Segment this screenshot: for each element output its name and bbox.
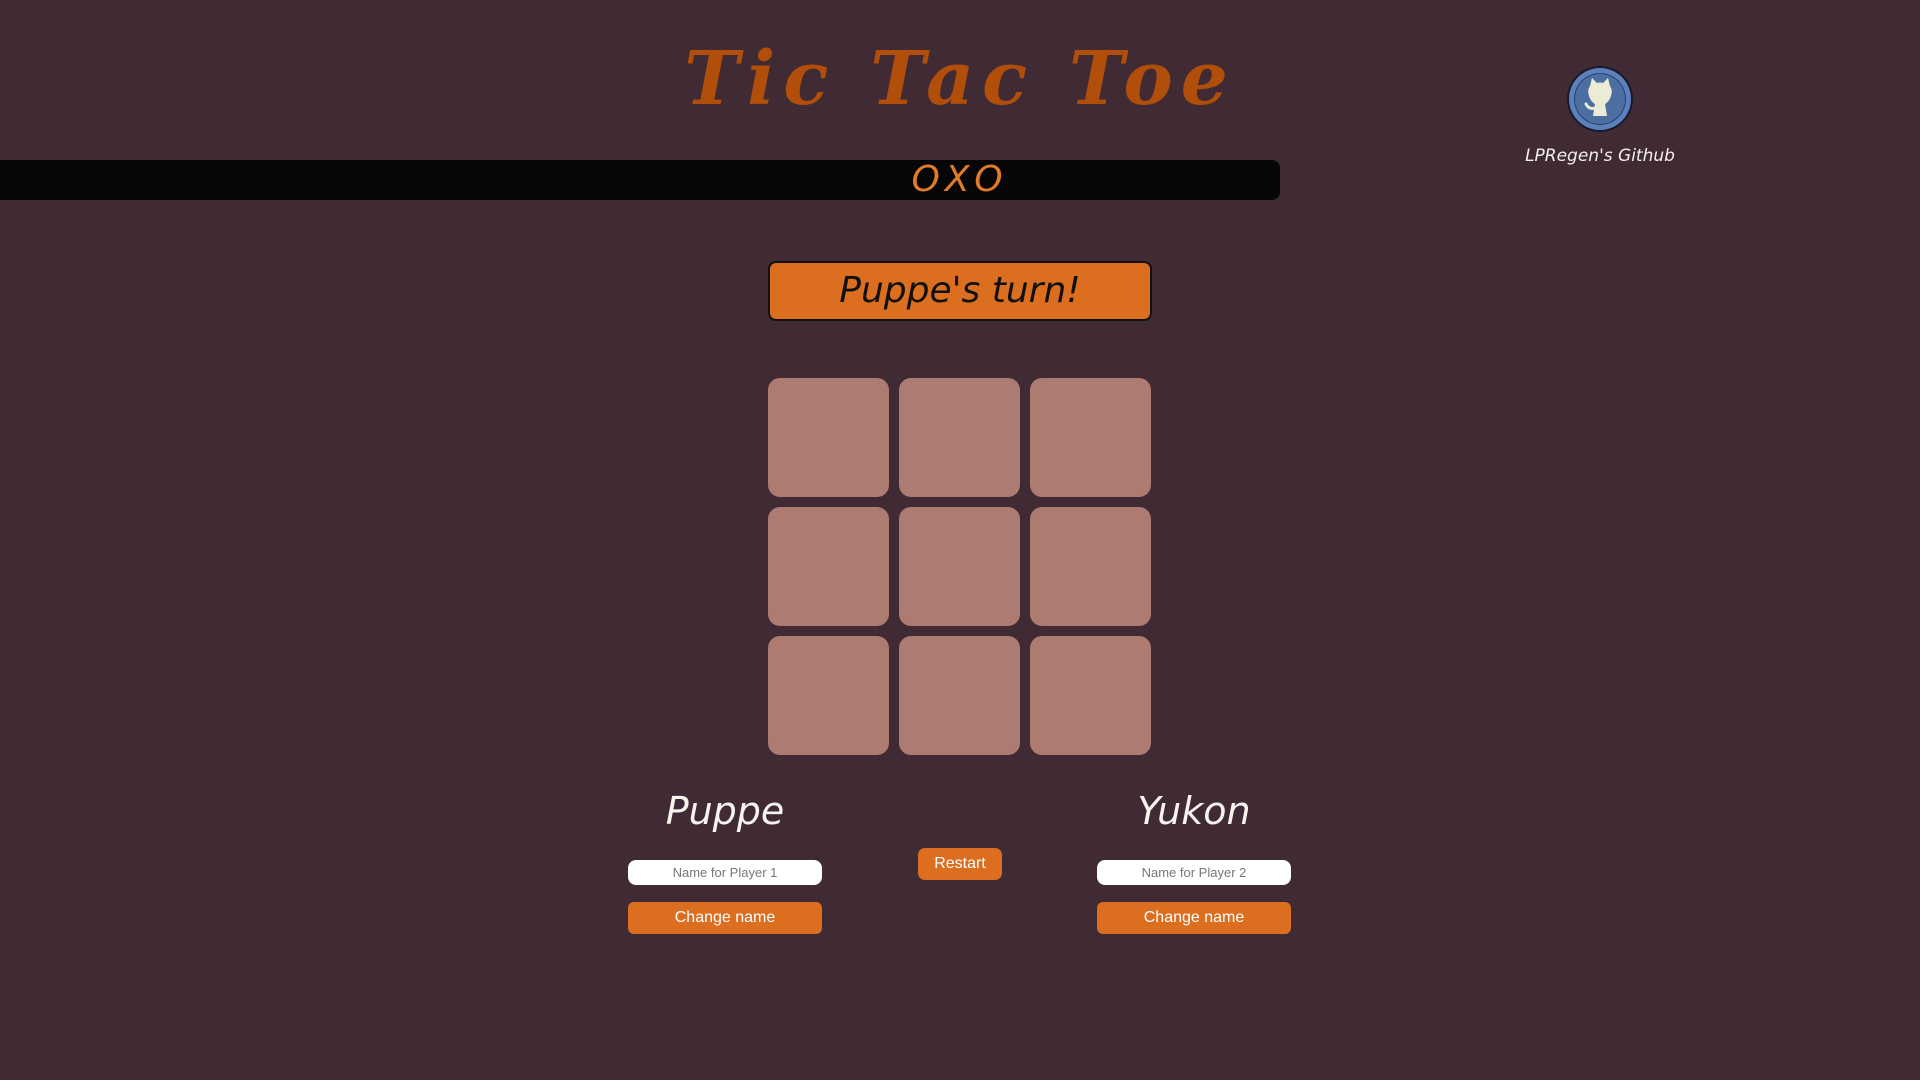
player-1-change-name-button[interactable]: Change name: [628, 902, 822, 934]
player-1-panel: Puppe Change name: [628, 786, 822, 934]
board-cell-8[interactable]: [899, 636, 1020, 755]
restart-button[interactable]: Restart: [918, 848, 1002, 880]
player-2-name-input[interactable]: [1097, 860, 1291, 885]
game-board: [768, 378, 1151, 755]
player-1-name-input[interactable]: [628, 860, 822, 885]
player-1-name: Puppe: [665, 789, 785, 833]
github-octocat-icon: [1567, 66, 1633, 132]
github-link[interactable]: LPRegen's Github: [1520, 64, 1680, 166]
board-cell-7[interactable]: [768, 636, 889, 755]
banner-logo-text: OXO: [911, 159, 1009, 200]
turn-indicator: Puppe's turn!: [768, 261, 1152, 321]
player-2-name: Yukon: [1137, 789, 1251, 833]
board-cell-6[interactable]: [1030, 507, 1151, 626]
board-cell-2[interactable]: [899, 378, 1020, 497]
board-cell-1[interactable]: [768, 378, 889, 497]
player-2-panel: Yukon Change name: [1097, 786, 1291, 934]
board-cell-3[interactable]: [1030, 378, 1151, 497]
board-cell-5[interactable]: [899, 507, 1020, 626]
board-cell-9[interactable]: [1030, 636, 1151, 755]
player-2-change-name-button[interactable]: Change name: [1097, 902, 1291, 934]
github-label: LPRegen's Github: [1525, 146, 1675, 166]
board-cell-4[interactable]: [768, 507, 889, 626]
